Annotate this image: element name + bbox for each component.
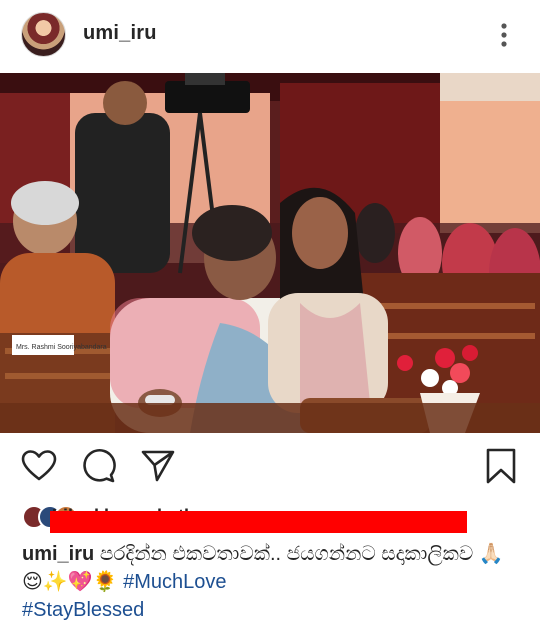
likes-summary[interactable]: Liked by and others (22, 505, 467, 533)
hashtag-stayblessed[interactable]: #StayBlessed (22, 599, 144, 621)
vertical-dots-icon[interactable] (494, 20, 514, 50)
post-photo-illustration: Mrs. Rashmi Sooriyabandara (0, 73, 540, 433)
post-photo[interactable]: Mrs. Rashmi Sooriyabandara (0, 73, 540, 433)
paper-plane-icon[interactable] (140, 448, 176, 484)
heart-outline-icon[interactable] (21, 448, 57, 484)
hashtag-muchlove[interactable]: #MuchLove (123, 571, 226, 593)
bookmark-icon[interactable] (483, 448, 519, 484)
chair-placard-text: Mrs. Rashmi Sooriyabandara (16, 344, 107, 351)
caption-text: පරදින්න එකවතාවක්.. ජයගන්නට සදාකාලිකව 🙏🏻😌… (22, 543, 504, 593)
caption-username[interactable]: umi_iru (22, 543, 94, 565)
instagram-post: umi_iru Mrs. Rashmi Sooriyabandara umi_i… (0, 0, 540, 636)
post-caption: umi_iru පරදින්න එකවතාවක්.. ජයගන්නට සදාකා… (22, 540, 512, 624)
comment-bubble-icon[interactable] (80, 448, 116, 484)
redaction-bar (50, 511, 467, 533)
profile-avatar[interactable] (21, 12, 66, 57)
header-username[interactable]: umi_iru (83, 22, 157, 45)
post-header: umi_iru (0, 0, 540, 70)
action-bar (0, 448, 540, 488)
